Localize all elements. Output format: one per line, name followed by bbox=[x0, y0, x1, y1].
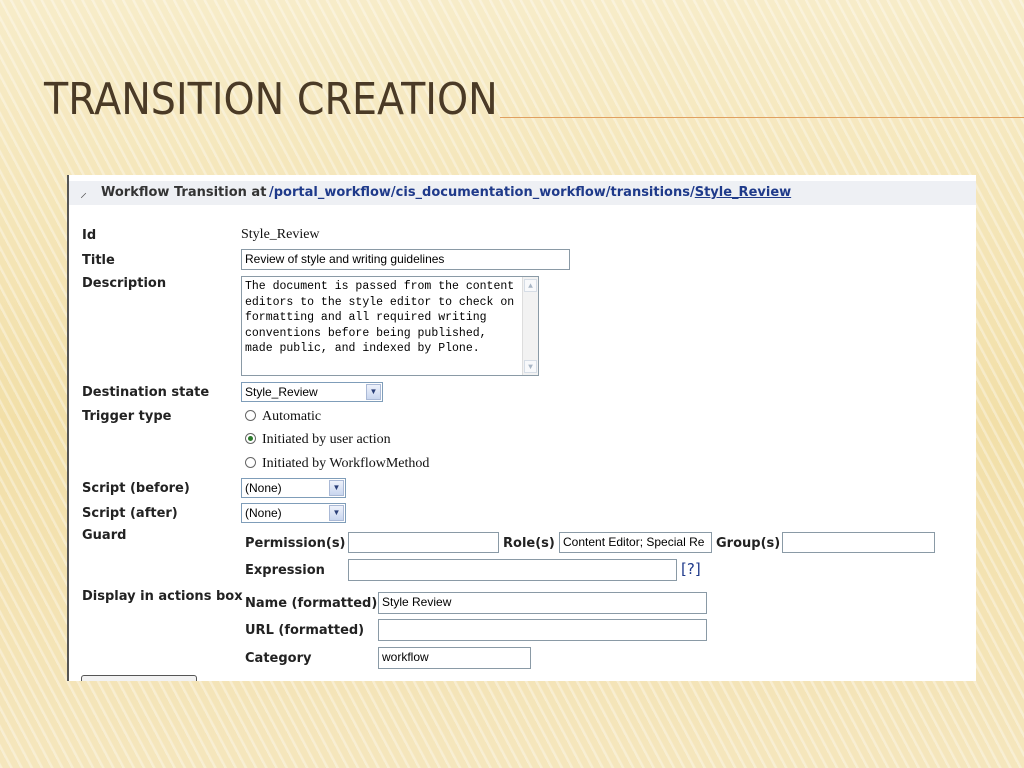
radio-workflow-method[interactable] bbox=[245, 457, 256, 468]
trigger-option-workflow-method[interactable]: Initiated by WorkflowMethod bbox=[245, 456, 429, 472]
description-text: The document is passed from the content … bbox=[245, 280, 522, 356]
destination-state-select[interactable]: Style_Review ▼ bbox=[241, 382, 383, 402]
scroll-down-icon[interactable]: ▼ bbox=[524, 360, 537, 373]
description-scrollbar[interactable]: ▲ ▼ bbox=[522, 277, 538, 375]
trigger-option-automatic[interactable]: Automatic bbox=[245, 409, 321, 425]
expression-help-link[interactable]: [?] bbox=[681, 560, 701, 578]
script-after-select[interactable]: (None) ▼ bbox=[241, 503, 346, 523]
trigger-option-user-action[interactable]: Initiated by user action bbox=[245, 432, 391, 448]
save-button[interactable] bbox=[81, 675, 197, 681]
breadcrumb: ⸝ Workflow Transition at /portal_workflo… bbox=[69, 181, 976, 205]
script-before-select[interactable]: (None) ▼ bbox=[241, 478, 346, 498]
radio-user-action[interactable] bbox=[245, 433, 256, 444]
guard-label: Guard bbox=[82, 528, 127, 543]
url-formatted-label: URL (formatted) bbox=[245, 623, 365, 638]
breadcrumb-label: Workflow Transition at bbox=[101, 185, 267, 200]
destination-state-label: Destination state bbox=[82, 385, 210, 400]
actions-box-label: Display in actions box bbox=[82, 589, 243, 604]
id-value: Style_Review bbox=[241, 227, 320, 242]
groups-label: Group(s) bbox=[716, 536, 781, 551]
script-after-label: Script (after) bbox=[82, 506, 178, 521]
chevron-down-icon: ▼ bbox=[329, 505, 344, 521]
radio-automatic-label: Automatic bbox=[262, 409, 322, 424]
breadcrumb-path: /portal_workflow/cis_documentation_workf… bbox=[269, 181, 791, 205]
expression-label: Expression bbox=[245, 563, 325, 578]
destination-state-value: Style_Review bbox=[245, 385, 318, 399]
url-formatted-input[interactable] bbox=[378, 619, 707, 641]
slide-title: TRANSITION CREATION bbox=[44, 74, 498, 125]
chevron-down-icon: ▼ bbox=[329, 480, 344, 496]
description-textarea[interactable]: The document is passed from the content … bbox=[241, 276, 539, 376]
breadcrumb-path-prefix[interactable]: /portal_workflow/cis_documentation_workf… bbox=[269, 185, 695, 200]
title-label: Title bbox=[82, 253, 115, 268]
permissions-label: Permission(s) bbox=[245, 536, 346, 551]
radio-user-action-label: Initiated by user action bbox=[262, 432, 391, 447]
name-formatted-label: Name (formatted) bbox=[245, 596, 378, 611]
script-before-label: Script (before) bbox=[82, 481, 190, 496]
trigger-type-label: Trigger type bbox=[82, 409, 172, 424]
screenshot-panel: ⸝ Workflow Transition at /portal_workflo… bbox=[67, 175, 976, 681]
roles-label: Role(s) bbox=[503, 536, 555, 551]
description-label: Description bbox=[82, 276, 167, 291]
script-after-value: (None) bbox=[245, 506, 282, 520]
expression-input[interactable] bbox=[348, 559, 677, 581]
category-label: Category bbox=[245, 651, 312, 666]
id-label: Id bbox=[82, 228, 97, 243]
chevron-down-icon: ▼ bbox=[366, 384, 381, 400]
workflow-transition-icon: ⸝ bbox=[80, 185, 87, 201]
scroll-up-icon[interactable]: ▲ bbox=[524, 279, 537, 292]
radio-automatic[interactable] bbox=[245, 410, 256, 421]
breadcrumb-current-link[interactable]: Style_Review bbox=[695, 185, 791, 200]
groups-input[interactable] bbox=[782, 532, 935, 553]
script-before-value: (None) bbox=[245, 481, 282, 495]
title-input[interactable]: Review of style and writing guidelines bbox=[241, 249, 570, 270]
radio-workflow-method-label: Initiated by WorkflowMethod bbox=[262, 456, 430, 471]
permissions-input[interactable] bbox=[348, 532, 499, 553]
name-formatted-input[interactable]: Style Review bbox=[378, 592, 707, 614]
title-divider bbox=[500, 117, 1024, 118]
category-input[interactable]: workflow bbox=[378, 647, 531, 669]
roles-input[interactable]: Content Editor; Special Re bbox=[559, 532, 712, 553]
